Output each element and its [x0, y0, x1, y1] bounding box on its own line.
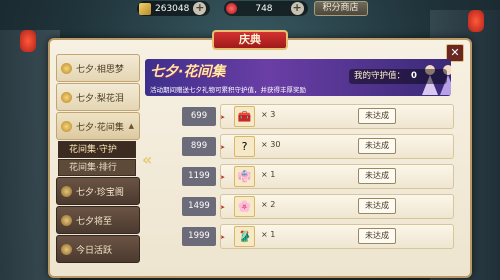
arrow-right-icon: ➤ — [220, 204, 226, 211]
reward-quantity: × 30 — [261, 140, 281, 149]
reward-quantity: × 2 — [261, 200, 276, 209]
sidebar-item-label: 七夕·珍宝阁 — [76, 187, 124, 198]
arrow-right-icon: ➤ — [220, 174, 226, 181]
panel-title: 庆典 — [212, 30, 288, 50]
reward-row-background — [220, 134, 454, 159]
sidebar-bullet-icon — [61, 62, 72, 74]
reward-row-background — [220, 164, 454, 189]
reward-row-background — [220, 224, 454, 249]
banner-description: 活动期间赠送七夕礼物可累积守护值，并获得丰厚奖励 — [150, 86, 306, 94]
sidebar-bullet-icon — [61, 214, 72, 226]
sidebar-bullet-icon — [61, 243, 72, 255]
collapse-sidebar-icon[interactable]: « — [142, 150, 152, 169]
flower-character-icon[interactable]: 🌸 — [234, 196, 255, 217]
sidebar-bullet-icon — [61, 120, 72, 132]
sidebar-item-label: 七夕将至 — [76, 216, 113, 227]
sidebar-item-zhenbaoge[interactable]: 七夕·珍宝阁 — [56, 177, 140, 205]
teal-outfit-icon[interactable]: 🥻 — [234, 226, 255, 247]
guard-value-display: 我的守护值： 0 — [349, 69, 447, 84]
guard-value-label: 我的守护值： — [354, 71, 406, 81]
gold-bar-icon — [139, 2, 151, 15]
reward-quantity: × 3 — [261, 110, 276, 119]
sidebar-item-label: 七夕·梨花泪 — [76, 93, 124, 104]
sidebar-item-qixi-coming[interactable]: 七夕将至 — [56, 206, 140, 234]
reward-row-background — [220, 194, 454, 219]
sidebar-bullet-icon — [61, 91, 72, 103]
sidebar-subitem-guard[interactable]: 花间集·守护 — [58, 141, 136, 158]
purple-character-icon[interactable]: 👘 — [234, 166, 255, 187]
add-ruby-button[interactable]: + — [290, 2, 304, 15]
reward-status-button[interactable]: 未达成 — [358, 198, 396, 214]
reward-status-button[interactable]: 未达成 — [358, 138, 396, 154]
add-gold-button[interactable]: + — [193, 2, 207, 15]
threshold-badge: 1199 — [182, 167, 216, 186]
event-sidebar: 七夕·相思梦 七夕·梨花泪 七夕·花间集 ▲ 花间集·守护 花间集·排行 七夕·… — [56, 54, 140, 264]
reward-row: 1499 ➤ 🌸 × 2 未达成 — [168, 194, 454, 219]
currency-bar: 263048 + 748 + 积分商店 — [137, 0, 368, 17]
lantern-decoration — [20, 30, 36, 52]
treasure-chest-icon[interactable]: 🧰 — [234, 106, 255, 127]
arrow-right-icon: ➤ — [220, 144, 226, 151]
sidebar-bullet-icon — [61, 185, 72, 197]
arrow-right-icon: ➤ — [220, 114, 226, 121]
game-screen: 263048 + 748 + 积分商店 庆典 ✕ 七夕·相思梦 七夕·梨花泪 七… — [0, 0, 500, 280]
threshold-badge: 1999 — [182, 227, 216, 246]
ruby-icon — [226, 3, 238, 14]
sidebar-subitem-ranking[interactable]: 花间集·排行 — [58, 159, 136, 176]
reward-row: 899 ➤? × 30 未达成 — [168, 134, 454, 159]
sidebar-item-daily-active[interactable]: 今日活跃 — [56, 235, 140, 263]
threshold-badge: 899 — [182, 137, 216, 156]
sidebar-item-huajianji[interactable]: 七夕·花间集 ▲ — [56, 112, 140, 140]
sidebar-item-lihualei[interactable]: 七夕·梨花泪 — [56, 83, 140, 111]
lantern-decoration — [468, 10, 484, 32]
reward-status-button[interactable]: 未达成 — [358, 108, 396, 124]
sidebar-item-label: 七夕·花间集 — [76, 122, 124, 133]
sidebar-item-label: 今日活跃 — [76, 245, 113, 256]
reward-row-background — [220, 104, 454, 129]
reward-row: 1199 ➤ 👘 × 1 未达成 — [168, 164, 454, 189]
mystery-item-icon[interactable]: ? — [234, 136, 255, 157]
banner-title: 七夕·花间集 — [150, 64, 226, 80]
gold-counter: 263048 + — [137, 1, 211, 16]
threshold-badge: 699 — [182, 107, 216, 126]
reward-quantity: × 1 — [261, 230, 276, 239]
reward-quantity: × 1 — [261, 170, 276, 179]
chevron-up-icon: ▲ — [128, 122, 134, 130]
sidebar-item-xiangsimeng[interactable]: 七夕·相思梦 — [56, 54, 140, 82]
sidebar-item-label: 七夕·相思梦 — [76, 64, 124, 75]
points-shop-button[interactable]: 积分商店 — [313, 1, 368, 16]
arrow-right-icon: ➤ — [220, 234, 226, 241]
ruby-counter: 748 + — [224, 1, 308, 16]
guard-value-number: 0 — [411, 71, 417, 81]
reward-row: 1999 ➤ 🥻 × 1 未达成 — [168, 224, 454, 249]
threshold-badge: 1499 — [182, 197, 216, 216]
ruby-amount: 748 — [255, 3, 273, 14]
reward-status-button[interactable]: 未达成 — [358, 168, 396, 184]
reward-list: 699 ➤ 🧰 × 3 未达成 899 ➤? × 30 未达成 1199 ➤ 👘 × 1 未达成 1499 ➤… — [168, 104, 454, 254]
gold-amount: 263048 — [155, 3, 190, 14]
reward-status-button[interactable]: 未达成 — [358, 228, 396, 244]
reward-row: 699 ➤ 🧰 × 3 未达成 — [168, 104, 454, 129]
